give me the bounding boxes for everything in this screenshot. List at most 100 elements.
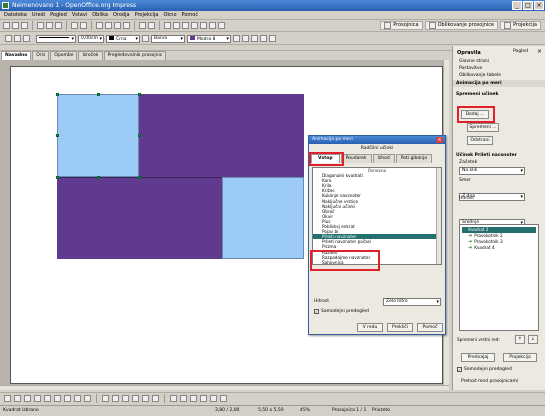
rotate-icon[interactable] (242, 35, 249, 42)
spellcheck-icon[interactable] (71, 22, 78, 29)
menu-help[interactable]: Pomoč (182, 11, 199, 19)
navigator-icon[interactable] (200, 22, 207, 29)
tab-motion-paths[interactable]: Poti gibanja (395, 154, 433, 163)
panel-slideshow-button[interactable]: Projekcija (503, 353, 537, 362)
help-icon[interactable] (218, 22, 225, 29)
maximize-button[interactable]: □ (523, 1, 533, 10)
glue-icon[interactable] (180, 395, 187, 402)
line-style-select[interactable] (36, 34, 76, 43)
minimize-button[interactable]: _ (512, 1, 522, 10)
shadow-icon[interactable] (233, 35, 240, 42)
tab-emphasis[interactable]: Poudarek (340, 154, 372, 163)
print-icon[interactable] (55, 22, 62, 29)
ok-button[interactable]: V redu (357, 323, 383, 332)
selection-handle[interactable] (56, 176, 59, 179)
extrusion-icon[interactable] (220, 395, 227, 402)
remove-effect-button[interactable]: Odstrani (467, 136, 493, 145)
zoom-icon[interactable] (209, 22, 216, 29)
section-slide-transition[interactable]: Prehod med prosojnicami (453, 378, 545, 385)
tab-slide-sorter[interactable]: Pregledovalnik prosojnic (103, 51, 167, 60)
selection-handle[interactable] (97, 93, 100, 96)
section-layouts[interactable]: Postavitve (453, 65, 545, 72)
menu-slideshow[interactable]: Projekcija (135, 11, 159, 19)
open-icon[interactable] (12, 22, 19, 29)
square-2-shape[interactable] (57, 94, 139, 177)
text-tool-icon[interactable] (54, 395, 61, 402)
table-icon[interactable] (173, 22, 180, 29)
menu-edit[interactable]: Uredi (32, 11, 45, 19)
play-button[interactable]: Predvajaj (461, 353, 495, 362)
gallery-icon[interactable] (210, 395, 217, 402)
callouts-icon[interactable] (142, 395, 149, 402)
cut-icon[interactable] (96, 22, 103, 29)
arrange-icon[interactable] (260, 35, 267, 42)
from-file-icon[interactable] (200, 395, 207, 402)
status-zoom[interactable]: 45% (300, 406, 310, 416)
area-icon[interactable] (142, 35, 149, 42)
paste-icon[interactable] (114, 22, 121, 29)
format-paintbrush-icon[interactable] (123, 22, 130, 29)
pdf-icon[interactable] (46, 22, 53, 29)
curve-tool-icon[interactable] (64, 395, 71, 402)
change-effect-button[interactable]: Spremeni ... (467, 123, 499, 132)
tab-exit[interactable]: Izhod (372, 154, 395, 163)
arrow-tool-icon[interactable] (24, 395, 31, 402)
panel-autopreview-option[interactable]: ✓ Samodejni predogled (457, 367, 512, 372)
area-style-select[interactable]: Barva (151, 34, 185, 43)
tree-item[interactable]: ➜ Kvadrat 4 (462, 245, 536, 251)
undo-icon[interactable] (139, 22, 146, 29)
select-icon[interactable] (4, 395, 11, 402)
menu-format[interactable]: Oblika (92, 11, 108, 19)
rectangle-tool-icon[interactable] (34, 395, 41, 402)
slide-design-button[interactable]: Oblikovanje prosojnice (424, 21, 499, 30)
selection-handle[interactable] (138, 93, 141, 96)
tab-handout[interactable]: Izroček (78, 51, 103, 60)
tab-normal[interactable]: Navadno (1, 51, 32, 60)
align-icon[interactable] (251, 35, 258, 42)
chart-icon[interactable] (164, 22, 171, 29)
save-icon[interactable] (21, 22, 28, 29)
fontwork-icon[interactable] (190, 395, 197, 402)
lines-arrows-icon[interactable] (84, 395, 91, 402)
tab-notes[interactable]: Opombe (50, 51, 78, 60)
section-master-pages[interactable]: Glavne strani (453, 58, 545, 65)
selection-handle[interactable] (138, 134, 141, 137)
menu-window[interactable]: Okno (163, 11, 176, 19)
animation-tree[interactable]: ➜ Kvadrat 2 ➜ Pravokotnik 2 ➜ Pravokotnik 3… (459, 224, 539, 331)
slide-button[interactable]: Prosojnica (380, 21, 423, 30)
new-icon[interactable] (3, 22, 10, 29)
line-color-select[interactable]: Črna (106, 34, 140, 43)
area-color-select[interactable]: Modra 8 (187, 34, 231, 43)
arrow-style-icon[interactable] (23, 35, 30, 42)
start-select[interactable]: Na klik (459, 167, 525, 175)
selection-handle[interactable] (97, 176, 100, 179)
view-menu[interactable]: Pogled (513, 49, 528, 54)
menu-view[interactable]: Pogled (50, 11, 67, 19)
square-4-shape[interactable] (222, 177, 304, 259)
copy-icon[interactable] (105, 22, 112, 29)
symbol-shapes-icon[interactable] (112, 395, 119, 402)
ellipse-tool-icon[interactable] (44, 395, 51, 402)
style-icon[interactable] (5, 35, 12, 42)
cancel-button[interactable]: Prekliči (387, 323, 413, 332)
autospell-icon[interactable] (80, 22, 87, 29)
menu-file[interactable]: Datoteka (4, 11, 27, 19)
autopreview-option[interactable]: ✓ Samodejni predogled (314, 309, 369, 314)
panel-close-icon[interactable]: × (537, 48, 542, 55)
menu-insert[interactable]: Vstavi (72, 11, 87, 19)
line-tool-icon[interactable] (14, 395, 21, 402)
speed-select[interactable]: Zelo hitro (383, 298, 441, 306)
list-scrollbar[interactable] (436, 168, 441, 264)
dialog-close-icon[interactable]: × (436, 137, 443, 143)
menu-tools[interactable]: Orodja (113, 11, 130, 19)
horizontal-scrollbar[interactable] (0, 385, 449, 390)
selection-handle[interactable] (56, 134, 59, 137)
line-icon[interactable] (14, 35, 21, 42)
move-up-icon[interactable]: ↑ (515, 335, 525, 344)
section-table-design[interactable]: Oblikovanje tabele (453, 72, 545, 79)
block-arrows-icon[interactable] (122, 395, 129, 402)
line-width-field[interactable]: 0,00cm (78, 34, 104, 43)
image-icon[interactable] (182, 22, 189, 29)
close-button[interactable]: × (534, 1, 544, 10)
edit-icon[interactable] (37, 22, 44, 29)
